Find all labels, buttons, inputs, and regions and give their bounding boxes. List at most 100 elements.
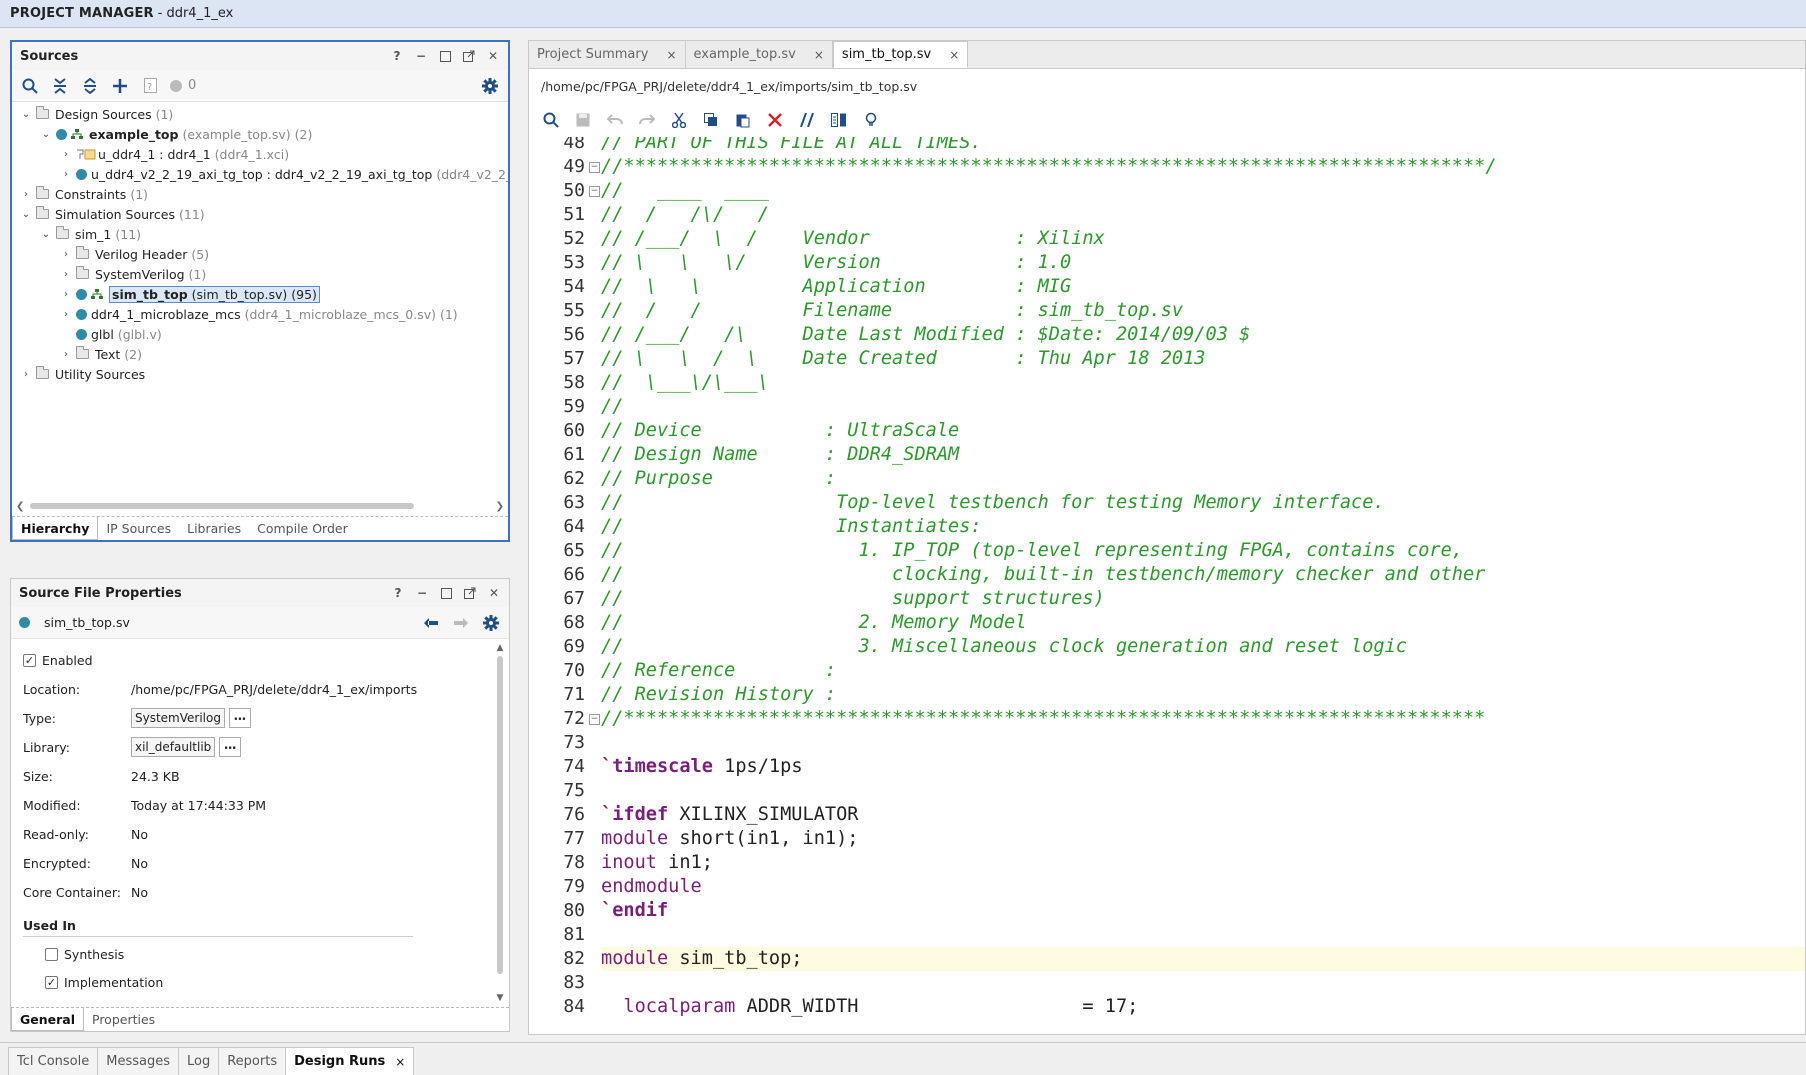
chevron-right-icon[interactable]: ›	[60, 149, 72, 160]
maximize-icon[interactable]	[439, 586, 453, 600]
tree-node-u-ddr4-1[interactable]: › u_ddr4_1 : ddr4_1 (ddr4_1.xci)	[60, 144, 289, 164]
cut-icon[interactable]	[669, 110, 689, 130]
code-line: inout in1;	[601, 851, 1805, 875]
selected-item[interactable]: sim_tb_top (sim_tb_top.sv) (95)	[109, 285, 320, 303]
tab-sim-tb-top[interactable]: sim_tb_top.sv ×	[832, 41, 969, 68]
float-icon[interactable]	[462, 49, 476, 63]
tree-node-constraints[interactable]: › Constraints (1)	[20, 184, 148, 204]
search-icon[interactable]	[20, 76, 40, 96]
comment-toggle-icon[interactable]	[797, 110, 817, 130]
settings-gear-icon[interactable]	[481, 613, 501, 633]
undo-icon[interactable]	[605, 110, 625, 130]
tab-reports[interactable]: Reports	[218, 1047, 287, 1075]
maximize-icon[interactable]	[438, 49, 452, 63]
chevron-right-icon[interactable]: ›	[60, 349, 72, 360]
implementation-checkbox[interactable]: ✓	[45, 975, 58, 989]
vertical-scrollbar[interactable]: ▲ ▼	[495, 643, 505, 1003]
search-icon[interactable]	[541, 110, 561, 130]
tree-node-text[interactable]: › Text (2)	[60, 344, 142, 364]
tab-tcl-console[interactable]: Tcl Console	[8, 1047, 99, 1075]
chevron-down-icon[interactable]: ⌄	[20, 209, 32, 220]
chevron-right-icon[interactable]: ›	[60, 169, 72, 180]
chevron-down-icon[interactable]: ⌄	[40, 129, 52, 140]
tree-node-sim-1[interactable]: ⌄ sim_1 (11)	[40, 224, 141, 244]
redo-icon[interactable]	[637, 110, 657, 130]
tab-example-top[interactable]: example_top.sv ×	[686, 41, 833, 68]
column-select-icon[interactable]	[829, 110, 849, 130]
delete-icon[interactable]	[765, 110, 785, 130]
code-line: // Instantiates:	[601, 515, 1805, 539]
chevron-down-icon[interactable]: ⌄	[40, 229, 52, 240]
arrow-right-icon[interactable]	[451, 613, 471, 633]
enabled-checkbox-row[interactable]: ✓ Enabled	[23, 649, 93, 671]
minimize-icon[interactable]: −	[415, 586, 429, 600]
tree-node-sim-tb-top[interactable]: › sim_tb_top (sim_tb_top.sv) (95)	[60, 284, 320, 304]
sources-panel-title: Sources	[20, 48, 79, 64]
tab-compile-order[interactable]: Compile Order	[249, 517, 356, 540]
chevron-right-icon[interactable]: ›	[20, 369, 32, 380]
tab-log[interactable]: Log	[177, 1047, 220, 1075]
synthesis-checkbox-row[interactable]: Synthesis	[45, 943, 124, 965]
code-keyword: `ifdef	[601, 804, 669, 825]
unknown-file-icon[interactable]: ?	[140, 76, 160, 96]
tree-node-glbl[interactable]: glbl (glbl.v)	[76, 324, 162, 344]
paste-icon[interactable]	[733, 110, 753, 130]
tree-node-utility-sources[interactable]: › Utility Sources	[20, 364, 145, 384]
arrow-left-icon[interactable]	[421, 613, 441, 633]
help-icon[interactable]: ?	[391, 586, 405, 600]
expand-all-icon[interactable]	[80, 76, 100, 96]
tab-project-summary[interactable]: Project Summary ×	[529, 41, 686, 68]
tab-ip-sources[interactable]: IP Sources	[98, 517, 179, 540]
fold-toggle-icon[interactable]: −	[589, 186, 600, 197]
tab-libraries[interactable]: Libraries	[179, 517, 249, 540]
chevron-right-icon[interactable]: ›	[20, 189, 32, 200]
tab-general[interactable]: General	[11, 1008, 84, 1031]
chevron-right-icon[interactable]: ›	[60, 309, 72, 320]
close-icon[interactable]: ✕	[486, 49, 500, 63]
save-icon[interactable]	[573, 110, 593, 130]
close-icon[interactable]: ×	[666, 48, 676, 62]
chevron-right-icon[interactable]: ›	[60, 249, 72, 260]
settings-gear-icon[interactable]	[480, 76, 500, 96]
tree-node-design-sources[interactable]: ⌄ Design Sources (1)	[20, 104, 173, 124]
chevron-right-icon[interactable]: ›	[60, 289, 72, 300]
folder-icon	[36, 206, 49, 219]
type-browse-button[interactable]: ⋯	[228, 708, 251, 728]
chevron-right-icon[interactable]: ›	[60, 269, 72, 280]
close-icon[interactable]: ×	[395, 1055, 405, 1069]
fold-toggle-icon[interactable]: −	[589, 162, 600, 173]
collapse-all-icon[interactable]	[50, 76, 70, 96]
type-row: Type: SystemVerilog ⋯	[23, 707, 251, 729]
code-area[interactable]: 48 49 50 51 52 53 54 55 56 57 58 59 60 61 62 63 64 65 66 67…	[529, 137, 1805, 1034]
help-icon[interactable]: ?	[390, 49, 404, 63]
synthesis-checkbox[interactable]	[45, 947, 58, 961]
enabled-checkbox[interactable]: ✓	[23, 653, 36, 667]
tree-node-verilog-header[interactable]: › Verilog Header (5)	[60, 244, 209, 264]
tree-node-microblaze-mcs[interactable]: › ddr4_1_microblaze_mcs (ddr4_1_microbla…	[60, 304, 458, 324]
fold-toggle-icon[interactable]: −	[589, 714, 600, 725]
tree-node-axi-tg-top[interactable]: › u_ddr4_v2_2_19_axi_tg_top : ddr4_v2_2_…	[60, 164, 508, 184]
tab-messages[interactable]: Messages	[97, 1047, 179, 1075]
horizontal-scrollbar[interactable]: ❮ ❯	[16, 500, 504, 512]
tree-node-example-top[interactable]: ⌄ example_top (example_top.sv) (2)	[40, 124, 313, 144]
core-container-row: Core Container: No	[23, 884, 148, 900]
tree-node-systemverilog[interactable]: › SystemVerilog (1)	[60, 264, 206, 284]
tab-hierarchy[interactable]: Hierarchy	[12, 517, 99, 540]
chevron-down-icon[interactable]: ⌄	[20, 109, 32, 120]
close-icon[interactable]: ×	[814, 48, 824, 62]
minimize-icon[interactable]: −	[414, 49, 428, 63]
float-icon[interactable]	[463, 586, 477, 600]
code-line: endmodule	[601, 875, 1805, 899]
implementation-checkbox-row[interactable]: ✓ Implementation	[45, 971, 163, 993]
tab-properties[interactable]: Properties	[84, 1008, 163, 1031]
add-icon[interactable]	[110, 76, 130, 96]
copy-icon[interactable]	[701, 110, 721, 130]
close-icon[interactable]: ×	[949, 48, 959, 62]
close-icon[interactable]: ✕	[487, 586, 501, 600]
app-title: PROJECT MANAGER	[10, 6, 154, 21]
tab-design-runs[interactable]: Design Runs ×	[285, 1047, 415, 1075]
tree-node-simulation-sources[interactable]: ⌄ Simulation Sources (11)	[20, 204, 205, 224]
lightbulb-icon[interactable]	[861, 110, 881, 130]
line-number: 67	[563, 588, 585, 609]
library-browse-button[interactable]: ⋯	[219, 737, 242, 757]
